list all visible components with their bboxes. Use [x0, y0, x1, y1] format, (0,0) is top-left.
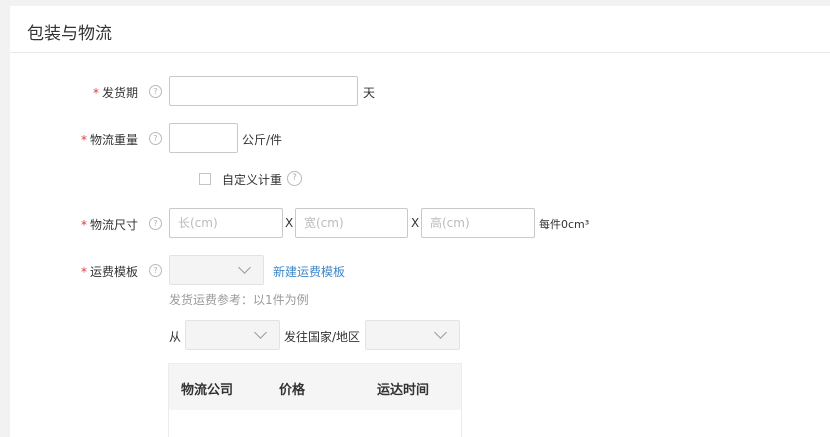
custom-weight-label: 自定义计重 — [222, 173, 283, 187]
dimension-separator: X — [285, 216, 294, 230]
width-input[interactable] — [295, 208, 408, 238]
length-input[interactable] — [169, 208, 283, 238]
help-icon[interactable]: ? — [149, 132, 162, 145]
column-header: 价格 — [279, 383, 306, 398]
weight-unit: 公斤/件 — [242, 133, 283, 147]
dimensions-label: * 物流尺寸 — [80, 218, 138, 232]
shipping-template-label: * 运费模板 — [80, 265, 138, 279]
table-header: 物流公司 价格 运达时间 — [169, 364, 461, 410]
shipping-reference-note: 发货运费参考：以1件为例 — [169, 293, 309, 307]
chevron-down-icon — [434, 326, 447, 339]
column-header: 物流公司 — [181, 383, 234, 398]
new-shipping-template-link[interactable]: 新建运费模板 — [273, 263, 345, 280]
lead-time-unit: 天 — [363, 86, 376, 100]
lead-time-label: * 发货期 — [92, 86, 138, 100]
panel-header: 包装与物流 — [10, 6, 830, 53]
chevron-down-icon — [238, 261, 251, 274]
packaging-logistics-panel: 包装与物流 * 发货期 ? 天 * 物流重量 ? 公斤/件 自定义计重 ? * 物流尺… — [10, 6, 830, 437]
lead-time-input[interactable] — [169, 76, 358, 106]
help-icon[interactable]: ? — [149, 85, 162, 98]
dimension-separator: X — [411, 216, 420, 230]
volume-text: 每件0cm³ — [539, 218, 590, 231]
custom-weight-checkbox[interactable] — [199, 173, 211, 185]
from-label: 从 — [169, 330, 182, 344]
destination-select[interactable] — [365, 320, 460, 350]
weight-label: * 物流重量 — [80, 133, 138, 147]
help-icon[interactable]: ? — [149, 217, 162, 230]
origin-select[interactable] — [185, 320, 280, 350]
destination-label: 发往国家/地区 — [284, 330, 361, 344]
shipping-template-select[interactable] — [169, 255, 264, 285]
help-icon[interactable]: ? — [149, 264, 162, 277]
chevron-down-icon — [254, 326, 267, 339]
section-title: 包装与物流 — [27, 24, 112, 44]
weight-input[interactable] — [169, 123, 238, 153]
height-input[interactable] — [421, 208, 535, 238]
shipping-table: 物流公司 价格 运达时间 — [168, 363, 462, 437]
column-header: 运达时间 — [377, 383, 430, 398]
help-icon[interactable]: ? — [287, 171, 302, 186]
